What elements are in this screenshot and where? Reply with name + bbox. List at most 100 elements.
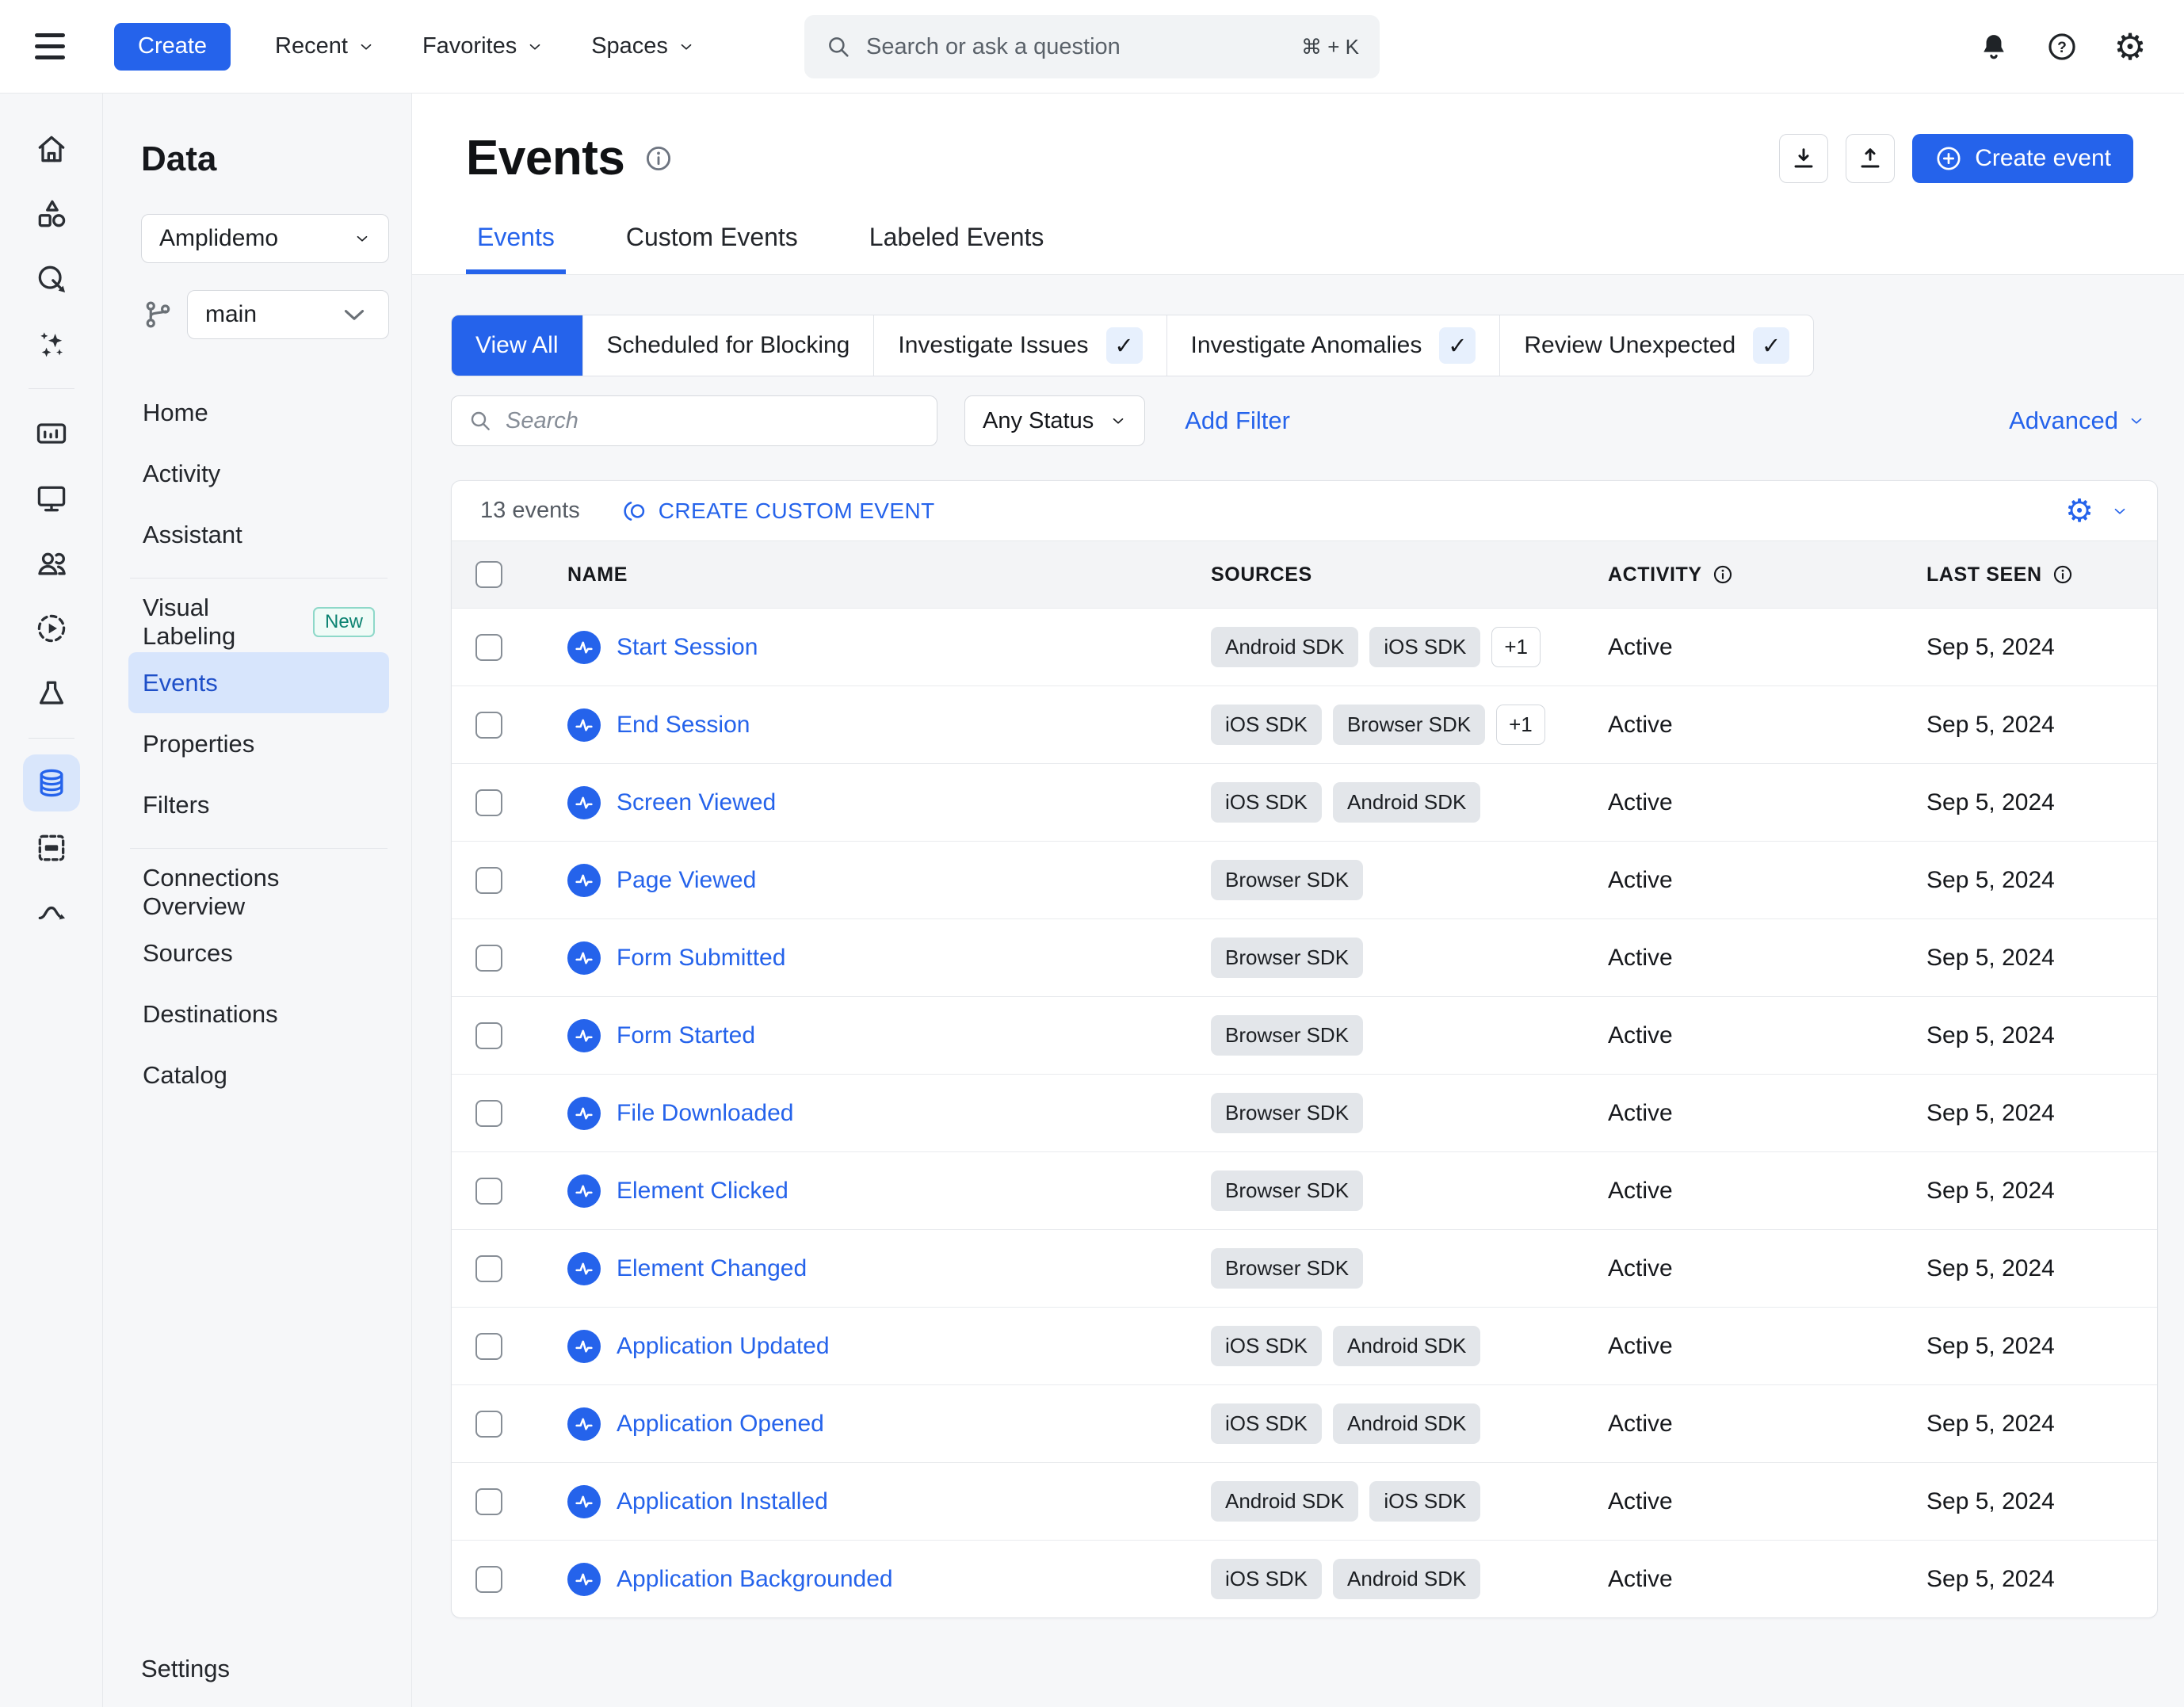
event-name-link[interactable]: Application Installed (617, 1488, 828, 1515)
sidebar-item-label: Visual Labeling (143, 593, 236, 650)
sidebar-item[interactable]: Catalog (128, 1044, 389, 1106)
filter-chip[interactable]: Review Unexpected ✓ (1499, 315, 1813, 376)
column-header[interactable]: ACTIVITY (1608, 563, 1926, 586)
create-custom-event-link[interactable]: CREATE CUSTOM EVENT (621, 498, 935, 525)
event-name-link[interactable]: Form Started (617, 1022, 755, 1049)
sidebar-item-settings[interactable]: Settings (141, 1655, 230, 1683)
sidebar-item[interactable]: Sources (128, 922, 389, 983)
sidebar-item[interactable]: Events (128, 652, 389, 713)
event-name-link[interactable]: File Downloaded (617, 1100, 793, 1127)
row-checkbox[interactable] (475, 633, 502, 661)
row-checkbox-cell (452, 1332, 539, 1360)
row-checkbox[interactable] (475, 1177, 502, 1205)
event-name-link[interactable]: Element Clicked (617, 1178, 788, 1205)
rail-monitor-icon[interactable] (23, 470, 80, 527)
event-name-link[interactable]: Start Session (617, 634, 758, 661)
row-checkbox[interactable] (475, 1565, 502, 1593)
branch-selector-value: main (205, 301, 258, 327)
event-name-link[interactable]: Application Updated (617, 1333, 830, 1360)
rail-objects-icon[interactable] (23, 185, 80, 242)
settings-gear-icon[interactable]: ⚙ (2111, 28, 2149, 66)
navbar-menu-item[interactable]: Favorites (399, 33, 567, 59)
row-checkbox[interactable] (475, 1022, 502, 1049)
select-all-checkbox[interactable] (475, 561, 502, 588)
table-search-box[interactable] (451, 395, 937, 446)
create-button[interactable]: Create (114, 22, 231, 71)
row-checkbox[interactable] (475, 1487, 502, 1515)
row-checkbox[interactable] (475, 1410, 502, 1438)
top-navbar: Create Recent Favorites Spaces Search or… (0, 0, 2184, 94)
column-header[interactable]: LAST SEEN (1926, 563, 2157, 586)
rail-journeys-icon[interactable] (23, 884, 80, 941)
table-search-input[interactable] (506, 407, 921, 434)
add-filter-link[interactable]: Add Filter (1185, 407, 1290, 435)
row-checkbox[interactable] (475, 944, 502, 972)
sidebar-item[interactable]: Properties (128, 713, 389, 774)
sidebar-item[interactable]: Connections Overview (128, 861, 389, 922)
more-sources-badge[interactable]: +1 (1496, 705, 1545, 745)
row-checkbox[interactable] (475, 789, 502, 816)
row-checkbox[interactable] (475, 711, 502, 739)
global-search-input[interactable] (866, 33, 1288, 60)
column-header[interactable]: SOURCES (1211, 563, 1608, 586)
tab[interactable]: Labeled Events (858, 223, 1056, 274)
status-filter-dropdown[interactable]: Any Status (964, 395, 1146, 446)
event-name-link[interactable]: Screen Viewed (617, 789, 776, 816)
rail-session-replay-icon[interactable] (23, 600, 80, 657)
table-row: File Downloaded Browser SDK Active Sep 5… (452, 1074, 2157, 1151)
app-shell: Data Amplidemo main Home Activity Assist… (0, 94, 2184, 1707)
rail-click-tracking-icon[interactable] (23, 250, 80, 307)
notifications-bell-icon[interactable] (1975, 28, 2013, 66)
hamburger-menu-icon[interactable] (35, 26, 76, 67)
event-name-link[interactable]: Application Opened (617, 1411, 824, 1438)
sources-cell: iOS SDK Android SDK (1211, 1403, 1608, 1444)
rail-data-icon[interactable] (22, 754, 80, 811)
create-event-button[interactable]: Create event (1912, 133, 2133, 183)
column-settings-control[interactable]: ⚙ (2065, 495, 2129, 527)
sidebar-item[interactable]: Home (128, 382, 389, 443)
row-checkbox[interactable] (475, 1099, 502, 1127)
event-name-link[interactable]: Element Changed (617, 1255, 807, 1282)
advanced-dropdown[interactable]: Advanced (2009, 407, 2145, 435)
row-checkbox[interactable] (475, 866, 502, 894)
branch-selector[interactable]: main (187, 290, 389, 339)
navbar-menu-item[interactable]: Spaces (567, 33, 719, 59)
last-seen-cell: Sep 5, 2024 (1926, 944, 2055, 971)
sidebar-item[interactable]: Activity (128, 443, 389, 504)
event-name-link[interactable]: Application Backgrounded (617, 1566, 893, 1593)
column-info-icon[interactable] (2052, 563, 2074, 586)
column-header[interactable]: NAME (539, 563, 1211, 586)
help-icon[interactable]: ? (2043, 28, 2081, 66)
more-sources-badge[interactable]: +1 (1491, 627, 1541, 667)
rail-users-icon[interactable] (23, 535, 80, 592)
event-name-link[interactable]: Form Submitted (617, 945, 785, 972)
tab[interactable]: Custom Events (615, 223, 809, 274)
navbar-menu-item[interactable]: Recent (251, 33, 399, 59)
title-info-icon[interactable] (643, 143, 674, 174)
filter-chip[interactable]: Investigate Issues ✓ (873, 315, 1166, 376)
filter-chip[interactable]: View All (452, 315, 582, 376)
export-download-button[interactable] (1779, 133, 1829, 183)
sidebar-item[interactable]: Assistant (128, 504, 389, 565)
event-name-link[interactable]: Page Viewed (617, 867, 756, 894)
rail-frame-icon[interactable] (23, 819, 80, 876)
row-checkbox[interactable] (475, 1332, 502, 1360)
rail-dashboards-icon[interactable] (23, 405, 80, 462)
rail-home-icon[interactable] (23, 120, 80, 178)
global-search-bar[interactable]: ⌘ + K (804, 15, 1380, 78)
sidebar-item[interactable]: Filters (128, 774, 389, 835)
sidebar-item[interactable]: Destinations (128, 983, 389, 1044)
rail-funnel-icon[interactable] (23, 665, 80, 722)
row-checkbox[interactable] (475, 1254, 502, 1282)
filter-chip[interactable]: Investigate Anomalies ✓ (1166, 315, 1500, 376)
event-name-link[interactable]: End Session (617, 712, 750, 739)
project-selector[interactable]: Amplidemo (141, 214, 389, 263)
filter-chip[interactable]: Scheduled for Blocking (582, 315, 874, 376)
rail-ai-sparkles-icon[interactable] (23, 315, 80, 372)
column-info-icon[interactable] (1712, 563, 1734, 586)
tab[interactable]: Events (466, 223, 566, 274)
last-seen-cell: Sep 5, 2024 (1926, 1332, 2055, 1359)
row-checkbox-cell (452, 1565, 539, 1593)
sidebar-item[interactable]: Visual Labeling New (128, 591, 389, 652)
import-upload-button[interactable] (1846, 133, 1896, 183)
